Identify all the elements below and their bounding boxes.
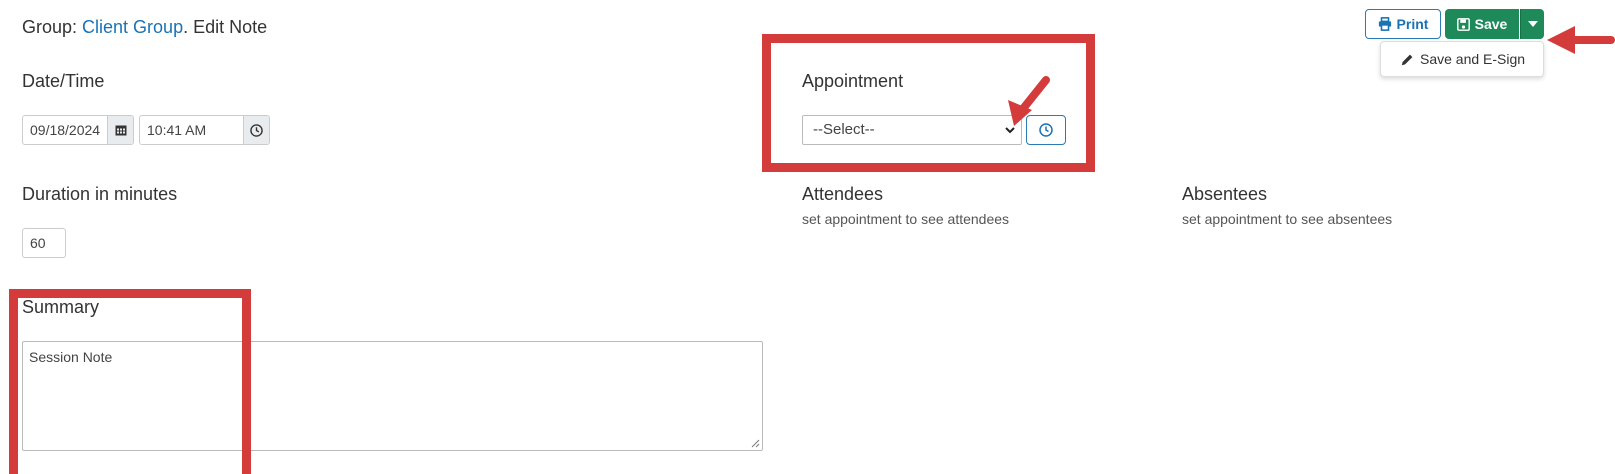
- date-input[interactable]: 09/18/2024: [23, 116, 107, 144]
- absentees-label: Absentees: [1182, 184, 1268, 204]
- clock-icon: [250, 123, 263, 137]
- duration-label: Duration in minutes: [22, 184, 178, 204]
- absentees-note: set appointment to see absentees: [1182, 211, 1393, 227]
- time-picker[interactable]: 10:41 AM: [139, 115, 270, 145]
- printer-icon: [1378, 17, 1391, 31]
- attendees-note: set appointment to see attendees: [802, 211, 1010, 227]
- save-options-toggle[interactable]: [1520, 9, 1544, 39]
- title-prefix: Group:: [22, 17, 83, 37]
- print-button[interactable]: Print: [1365, 9, 1441, 39]
- save-options-menu: Save and E-Sign: [1380, 41, 1544, 77]
- duration-input[interactable]: 60: [22, 228, 66, 258]
- page-title: Group: Client Group. Edit Note: [22, 17, 267, 38]
- date-picker[interactable]: 09/18/2024: [22, 115, 134, 145]
- save-button[interactable]: Save: [1445, 9, 1519, 39]
- attendees-label: Attendees: [802, 184, 884, 204]
- print-label: Print: [1396, 16, 1429, 32]
- title-suffix: . Edit Note: [183, 17, 268, 37]
- save-label: Save: [1474, 16, 1508, 32]
- annotation-arrow-icon: [1547, 26, 1615, 54]
- annotation-arrow-icon: [1008, 76, 1050, 126]
- caret-down-icon: [1527, 21, 1538, 27]
- datetime-label: Date/Time: [22, 71, 105, 91]
- calendar-button[interactable]: [107, 116, 133, 144]
- resize-handle-icon[interactable]: [750, 438, 760, 448]
- floppy-disk-icon: [1456, 17, 1470, 31]
- highlight-box-summary: [9, 289, 251, 474]
- calendar-icon: [115, 125, 126, 136]
- time-button[interactable]: [243, 116, 269, 144]
- pencil-icon: [1401, 54, 1413, 65]
- group-link[interactable]: Client Group: [82, 17, 183, 37]
- save-and-esign-item[interactable]: Save and E-Sign: [1420, 51, 1525, 67]
- time-input[interactable]: 10:41 AM: [140, 116, 243, 144]
